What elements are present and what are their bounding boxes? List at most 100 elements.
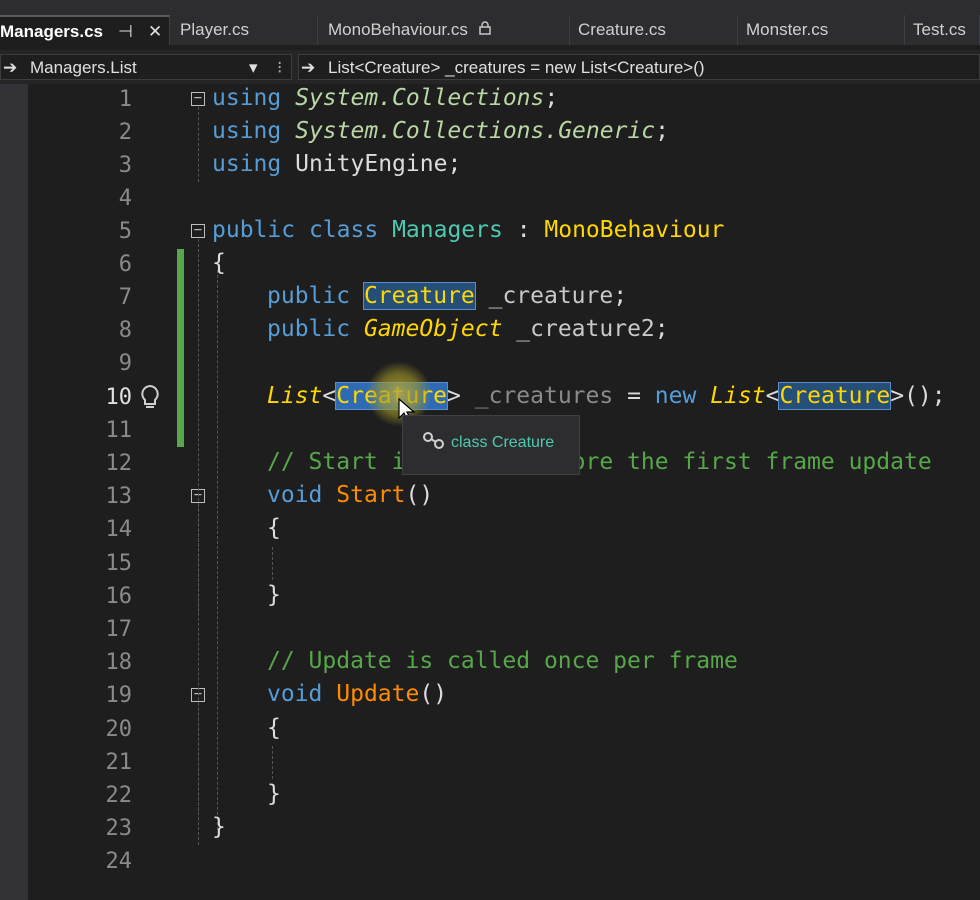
class-icon bbox=[421, 430, 447, 457]
tab-creature[interactable]: Creature.cs bbox=[570, 15, 738, 45]
line-number: 7 bbox=[118, 285, 132, 310]
outline-guide bbox=[272, 746, 273, 779]
punctuation: > bbox=[447, 383, 461, 409]
punctuation: ; bbox=[447, 151, 462, 177]
punctuation: : bbox=[502, 217, 545, 243]
outline-guide bbox=[217, 270, 218, 830]
line-number: 1 bbox=[118, 87, 132, 112]
close-icon[interactable]: ✕ bbox=[148, 17, 162, 45]
chevron-down-icon: ▾ bbox=[249, 58, 258, 77]
keyword: void bbox=[267, 482, 323, 508]
base-class: MonoBehaviour bbox=[544, 217, 725, 243]
outline-guide bbox=[272, 547, 273, 580]
method-name: Start bbox=[336, 482, 406, 508]
code-line-22: } bbox=[267, 781, 281, 807]
code-line-5: public class Managers : MonoBehaviour bbox=[212, 214, 724, 247]
namespace: System.Collections.Generic bbox=[295, 118, 656, 144]
lightbulb-icon[interactable] bbox=[139, 384, 161, 416]
keyword: using bbox=[212, 118, 282, 144]
code-line-2: using System.Collections.Generic; bbox=[212, 115, 669, 148]
type-dropdown[interactable]: ➔ Managers.List ▾ ⁝ bbox=[0, 54, 292, 80]
splitter-handle[interactable]: ⁝ bbox=[277, 55, 282, 79]
outline-guide bbox=[198, 504, 199, 612]
type-name: List bbox=[267, 383, 323, 409]
lock-icon bbox=[478, 21, 491, 38]
changes-indicator-bar bbox=[177, 249, 184, 447]
arrow-icon: ➔ bbox=[301, 58, 316, 77]
collapse-icon[interactable]: − bbox=[191, 223, 205, 238]
code-line-8: public GameObject _creature2; bbox=[267, 313, 669, 346]
code-editor[interactable] bbox=[28, 84, 980, 900]
punctuation: ; bbox=[544, 85, 559, 111]
keyword: void bbox=[267, 681, 323, 707]
punctuation: ; bbox=[655, 118, 669, 144]
navigation-bar: ➔ Managers.List ▾ ⁝ ➔ List<Creature> _cr… bbox=[0, 50, 980, 84]
punctuation: > bbox=[890, 383, 905, 409]
collapse-icon[interactable]: − bbox=[191, 91, 205, 106]
tab-label: Monster.cs bbox=[746, 20, 829, 39]
type-name: GameObject bbox=[363, 316, 503, 342]
left-gutter bbox=[0, 84, 28, 900]
keyword: public bbox=[267, 283, 351, 309]
code-line-7: public Creature _creature; bbox=[267, 280, 627, 313]
code-line-18: // Update is called once per frame bbox=[267, 648, 738, 674]
tab-bar: Managers.cs ⊣ ✕ Player.cs MonoBehaviour.… bbox=[0, 0, 980, 45]
code-line-12: // Start is called before the first fram… bbox=[267, 449, 932, 475]
line-number: 19 bbox=[105, 683, 133, 708]
field-name: _creature bbox=[488, 283, 614, 309]
keyword: class bbox=[308, 217, 379, 243]
line-number: 12 bbox=[105, 451, 133, 476]
keyword: using bbox=[212, 85, 282, 111]
tab-monster[interactable]: Monster.cs bbox=[738, 15, 905, 45]
tab-label: Test.cs bbox=[913, 20, 966, 39]
namespace: System.Collections bbox=[295, 85, 545, 111]
arrow-icon: ➔ bbox=[3, 58, 18, 77]
line-number: 22 bbox=[105, 783, 133, 808]
punctuation: (); bbox=[904, 383, 946, 409]
member-dropdown[interactable]: ➔ List<Creature> _creatures = new List<C… bbox=[298, 54, 980, 80]
punctuation: ; bbox=[654, 316, 669, 342]
tab-label: MonoBehaviour.cs bbox=[328, 20, 468, 39]
member-dropdown-value: List<Creature> _creatures = new List<Cre… bbox=[327, 58, 705, 77]
tab-label: Managers.cs bbox=[0, 22, 103, 41]
line-number-current: 10 bbox=[105, 385, 133, 410]
tab-test[interactable]: Test.cs bbox=[905, 15, 980, 45]
code-line-16: } bbox=[267, 582, 281, 608]
line-number: 14 bbox=[105, 517, 133, 542]
punctuation: ; bbox=[613, 283, 628, 309]
tab-managers[interactable]: Managers.cs ⊣ ✕ bbox=[0, 15, 170, 45]
code-line-19: void Update() bbox=[267, 678, 447, 711]
field-name: _creatures bbox=[474, 383, 614, 409]
type-name: Creature bbox=[362, 282, 476, 310]
line-number: 2 bbox=[118, 120, 132, 145]
outline-guide bbox=[198, 703, 199, 811]
punctuation: () bbox=[419, 681, 448, 707]
punctuation: < bbox=[765, 383, 780, 409]
line-number: 15 bbox=[105, 551, 133, 576]
line-number: 13 bbox=[105, 484, 133, 509]
tab-label: Creature.cs bbox=[578, 20, 666, 39]
line-number: 21 bbox=[105, 750, 133, 775]
line-number: 11 bbox=[105, 418, 133, 443]
code-line-1: using System.Collections; bbox=[212, 82, 558, 115]
line-number: 9 bbox=[118, 351, 132, 376]
line-number: 20 bbox=[105, 717, 133, 742]
line-number: 8 bbox=[118, 318, 132, 343]
quick-info-tooltip: class Creature bbox=[402, 415, 580, 475]
code-line-14: { bbox=[267, 515, 281, 541]
line-number: 5 bbox=[118, 219, 132, 244]
outline-guide bbox=[198, 107, 199, 182]
keyword: using bbox=[212, 151, 282, 177]
tab-monobehaviour[interactable]: MonoBehaviour.cs bbox=[320, 15, 570, 45]
code-line-3: using UnityEngine; bbox=[212, 148, 461, 181]
line-number: 23 bbox=[105, 816, 133, 841]
code-line-13: void Start() bbox=[267, 479, 433, 512]
code-line-6: { bbox=[212, 250, 226, 276]
method-name: Update bbox=[336, 681, 420, 707]
tab-player[interactable]: Player.cs bbox=[172, 15, 318, 45]
punctuation: () bbox=[405, 482, 434, 508]
pin-icon[interactable]: ⊣ bbox=[118, 17, 133, 45]
type-name-reference: Creature bbox=[778, 382, 892, 410]
line-number: 24 bbox=[105, 849, 133, 874]
type-dropdown-value: Managers.List bbox=[29, 58, 137, 77]
